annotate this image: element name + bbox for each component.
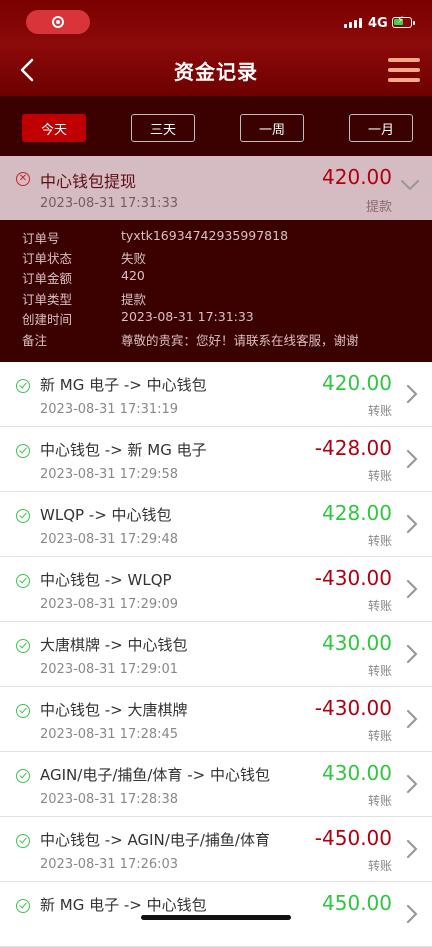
- filter-tab-today[interactable]: 今天: [22, 114, 86, 142]
- check-circle-icon: [16, 444, 30, 458]
- transaction-row[interactable]: 中心钱包 -> WLQP 2023-08-31 17:29:09 -430.00…: [0, 557, 432, 622]
- transaction-amount: -428.00: [314, 436, 392, 460]
- transaction-title: 中心钱包 -> 大唐棋牌: [40, 701, 188, 719]
- check-circle-icon: [16, 704, 30, 718]
- detail-value: 提款: [121, 292, 147, 307]
- transaction-type: 转账: [367, 404, 392, 418]
- chevron-right-icon: [406, 644, 418, 664]
- check-circle-icon: [16, 899, 30, 913]
- transaction-type: 转账: [367, 794, 392, 808]
- transaction-title: 新 MG 电子 -> 中心钱包: [40, 896, 207, 914]
- transaction-time: 2023-08-31 17:28:38: [40, 792, 179, 807]
- expanded-record: ✕ 中心钱包提现 2023-08-31 17:31:33 420.00 提款 订…: [0, 156, 432, 362]
- record-amount: 420.00: [322, 165, 392, 189]
- transaction-amount: -430.00: [314, 696, 392, 720]
- hamburger-menu-icon: [388, 58, 420, 62]
- transaction-row[interactable]: AGIN/电子/捕鱼/体育 -> 中心钱包 2023-08-31 17:28:3…: [0, 752, 432, 817]
- screen-record-indicator: [26, 10, 90, 34]
- network-type: 4G: [368, 16, 388, 31]
- home-indicator[interactable]: [141, 915, 291, 920]
- chevron-right-icon: [406, 709, 418, 729]
- transaction-title: 新 MG 电子 -> 中心钱包: [40, 376, 207, 394]
- transaction-amount: 430.00: [322, 761, 392, 785]
- check-circle-icon: [16, 639, 30, 653]
- chevron-right-icon: [406, 839, 418, 859]
- transaction-time: 2023-08-31 17:28:45: [40, 727, 179, 742]
- chevron-down-icon[interactable]: [400, 178, 420, 192]
- battery-icon: ⚡: [392, 15, 415, 28]
- transaction-type: 转账: [367, 859, 392, 873]
- transaction-amount: -430.00: [314, 566, 392, 590]
- transaction-type: 转账: [367, 664, 392, 678]
- signal-icon: [344, 18, 362, 28]
- transaction-amount: 430.00: [322, 631, 392, 655]
- transaction-title: AGIN/电子/捕鱼/体育 -> 中心钱包: [40, 766, 270, 784]
- transaction-row[interactable]: 中心钱包 -> 大唐棋牌 2023-08-31 17:28:45 -430.00…: [0, 687, 432, 752]
- detail-value: 2023-08-31 17:31:33: [121, 309, 254, 324]
- detail-value: 失败: [121, 251, 147, 266]
- transaction-amount: 420.00: [322, 371, 392, 395]
- page-title: 资金记录: [174, 60, 258, 84]
- detail-key: 备注: [22, 333, 48, 348]
- record-icon: [52, 16, 64, 28]
- chevron-right-icon: [406, 384, 418, 404]
- check-circle-icon: [16, 574, 30, 588]
- record-time: 2023-08-31 17:31:33: [40, 196, 179, 211]
- record-title: 中心钱包提现: [40, 172, 137, 191]
- transaction-type: 转账: [367, 599, 392, 613]
- check-circle-icon: [16, 379, 30, 393]
- transaction-row[interactable]: WLQP -> 中心钱包 2023-08-31 17:29:48 428.00 …: [0, 492, 432, 557]
- check-circle-icon: [16, 509, 30, 523]
- detail-value: tyxtk16934742935997818: [121, 228, 289, 243]
- transaction-time: 2023-08-31 17:29:01: [40, 662, 179, 677]
- transaction-amount: -450.00: [314, 826, 392, 850]
- transaction-title: 大唐棋牌 -> 中心钱包: [40, 636, 188, 654]
- transaction-row[interactable]: 新 MG 电子 -> 中心钱包 2023-08-31 17:31:19 420.…: [0, 362, 432, 427]
- transaction-type: 转账: [367, 729, 392, 743]
- detail-key: 订单状态: [22, 251, 73, 266]
- detail-key: 订单金额: [22, 271, 73, 286]
- transaction-time: 2023-08-31 17:31:19: [40, 402, 179, 417]
- date-filter-bar: 今天 三天 一周 一月: [0, 96, 432, 156]
- transaction-time: 2023-08-31 17:26:03: [40, 857, 179, 872]
- transaction-time: 2023-08-31 17:29:58: [40, 467, 179, 482]
- transaction-title: 中心钱包 -> 新 MG 电子: [40, 441, 207, 459]
- chevron-right-icon: [406, 774, 418, 794]
- transaction-list: 新 MG 电子 -> 中心钱包 2023-08-31 17:31:19 420.…: [0, 362, 432, 947]
- transaction-row[interactable]: 中心钱包 -> AGIN/电子/捕鱼/体育 2023-08-31 17:26:0…: [0, 817, 432, 882]
- transaction-title: WLQP -> 中心钱包: [40, 506, 172, 524]
- transaction-type: 转账: [367, 469, 392, 483]
- status-bar: 4G ⚡: [0, 0, 432, 44]
- chevron-right-icon: [406, 449, 418, 469]
- transaction-title: 中心钱包 -> AGIN/电子/捕鱼/体育: [40, 831, 270, 849]
- detail-key: 订单类型: [22, 292, 73, 307]
- detail-value: 尊敬的贵宾：您好！请联系在线客服，谢谢: [121, 333, 359, 348]
- check-circle-icon: [16, 834, 30, 848]
- detail-key: 创建时间: [22, 312, 73, 327]
- chevron-right-icon: [406, 514, 418, 534]
- record-type: 提款: [365, 200, 392, 215]
- transaction-time: 2023-08-31 17:29:48: [40, 532, 179, 547]
- transaction-type: 转账: [367, 534, 392, 548]
- filter-tab-three-days[interactable]: 三天: [131, 114, 195, 142]
- transaction-amount: 428.00: [322, 501, 392, 525]
- chevron-right-icon: [406, 904, 418, 924]
- detail-key: 订单号: [22, 231, 60, 246]
- nav-bar: 资金记录: [0, 44, 432, 96]
- check-circle-icon: [16, 769, 30, 783]
- expanded-record-header[interactable]: ✕ 中心钱包提现 2023-08-31 17:31:33 420.00 提款: [0, 156, 432, 220]
- transaction-row[interactable]: 大唐棋牌 -> 中心钱包 2023-08-31 17:29:01 430.00 …: [0, 622, 432, 687]
- menu-button[interactable]: [388, 58, 420, 82]
- filter-tab-month[interactable]: 一月: [349, 114, 413, 142]
- transaction-amount: 450.00: [322, 891, 392, 915]
- x-circle-icon: ✕: [16, 172, 30, 186]
- chevron-right-icon: [406, 579, 418, 599]
- transaction-time: 2023-08-31 17:29:09: [40, 597, 179, 612]
- detail-value: 420: [121, 268, 145, 283]
- filter-tab-week[interactable]: 一周: [240, 114, 304, 142]
- transaction-title: 中心钱包 -> WLQP: [40, 571, 172, 589]
- transaction-row[interactable]: 中心钱包 -> 新 MG 电子 2023-08-31 17:29:58 -428…: [0, 427, 432, 492]
